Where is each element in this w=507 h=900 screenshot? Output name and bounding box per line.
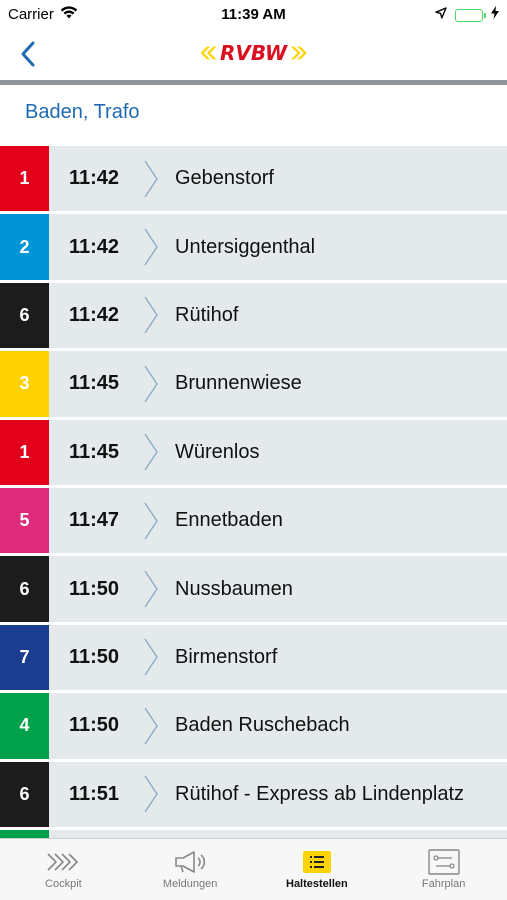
back-button[interactable] bbox=[10, 36, 46, 72]
line-badge: 5 bbox=[0, 487, 49, 554]
chevron-right-icon bbox=[137, 488, 165, 553]
navigation-bar: RVBW bbox=[0, 28, 507, 80]
line-badge bbox=[0, 829, 49, 838]
line-badge: 6 bbox=[0, 556, 49, 622]
departure-row[interactable]: 2 11:42 Untersiggenthal bbox=[0, 214, 507, 283]
chevron-right-icon bbox=[137, 830, 165, 838]
destination: Gebenstorf bbox=[175, 167, 274, 190]
tab-cockpit[interactable]: Cockpit bbox=[0, 839, 127, 900]
departures-list: 1 11:42 Gebenstorf 2 11:42 Untersiggenthal 6 11… bbox=[0, 146, 507, 838]
chevrons-icon bbox=[46, 849, 80, 875]
departure-time: 11:42 bbox=[69, 303, 120, 326]
stop-name: Baden, Trafo bbox=[25, 101, 140, 123]
destination: Rütihof bbox=[175, 303, 239, 326]
departure-row[interactable]: 1 11:45 Würenlos bbox=[0, 419, 507, 488]
departure-row[interactable] bbox=[0, 829, 507, 838]
departure-row[interactable]: 6 11:50 Nussbaumen bbox=[0, 556, 507, 625]
location-arrow-icon bbox=[435, 6, 447, 24]
line-badge: 1 bbox=[0, 146, 49, 212]
route-icon bbox=[427, 849, 460, 875]
destination: Nussbaumen bbox=[175, 577, 293, 600]
logo-text: RVBW bbox=[219, 41, 288, 65]
logo-chevrons-left-icon bbox=[200, 46, 216, 60]
tab-label-fahrplan: Fahrplan bbox=[421, 878, 466, 890]
list-icon bbox=[302, 849, 332, 875]
departure-row[interactable]: 1 11:42 Gebenstorf bbox=[0, 146, 507, 215]
chevron-right-icon bbox=[137, 146, 165, 211]
departure-time bbox=[49, 830, 137, 838]
line-badge: 6 bbox=[0, 761, 49, 827]
tab-label-haltestellen: Haltestellen bbox=[286, 878, 348, 890]
departure-time: 11:50 bbox=[69, 577, 120, 600]
departure-row[interactable]: 5 11:47 Ennetbaden bbox=[0, 487, 507, 557]
chevron-right-icon bbox=[137, 283, 165, 348]
logo-chevrons-right-icon bbox=[291, 46, 307, 60]
destination: Rütihof - Express ab Lindenplatz bbox=[175, 782, 465, 805]
status-bar: Carrier 11:39 AM bbox=[0, 0, 507, 28]
departure-time: 11:42 bbox=[69, 235, 120, 258]
departure-row[interactable]: 3 11:45 Brunnenwiese bbox=[0, 351, 507, 420]
departure-time: 11:50 bbox=[69, 645, 120, 668]
line-badge: 7 bbox=[0, 624, 49, 691]
chevron-right-icon bbox=[137, 214, 165, 279]
departure-time: 11:45 bbox=[69, 440, 120, 463]
destination: Baden Ruschebach bbox=[175, 714, 350, 737]
destination bbox=[165, 830, 507, 838]
destination: Ennetbaden bbox=[175, 509, 283, 532]
destination: Birmenstorf bbox=[175, 645, 278, 668]
megaphone-icon bbox=[173, 849, 207, 875]
destination: Würenlos bbox=[175, 440, 260, 463]
destination: Brunnenwiese bbox=[175, 372, 302, 395]
departure-row[interactable]: 6 11:42 Rütihof bbox=[0, 282, 507, 352]
status-right bbox=[435, 6, 499, 24]
tab-bar: Cockpit Meldungen Haltestellen Fahrplan bbox=[0, 838, 507, 900]
line-badge: 1 bbox=[0, 419, 49, 485]
departure-time: 11:47 bbox=[69, 509, 120, 532]
tab-fahrplan[interactable]: Fahrplan bbox=[380, 839, 507, 900]
departure-time: 11:45 bbox=[69, 372, 120, 395]
chevron-right-icon bbox=[137, 420, 165, 485]
status-time: 11:39 AM bbox=[221, 6, 286, 23]
departure-row[interactable]: 4 11:50 Baden Ruschebach bbox=[0, 693, 507, 762]
charging-bolt-icon bbox=[491, 6, 499, 24]
chevron-right-icon bbox=[137, 351, 165, 416]
stop-header: Baden, Trafo bbox=[0, 85, 507, 146]
chevron-right-icon bbox=[137, 762, 165, 827]
chevron-right-icon bbox=[137, 693, 165, 758]
departure-row[interactable]: 6 11:51 Rütihof - Express ab Lindenplatz bbox=[0, 761, 507, 830]
chevron-left-icon bbox=[21, 41, 35, 67]
tab-meldungen[interactable]: Meldungen bbox=[127, 839, 254, 900]
departure-time: 11:51 bbox=[69, 782, 120, 805]
line-badge: 3 bbox=[0, 351, 49, 417]
battery-icon bbox=[455, 8, 486, 22]
departure-row[interactable]: 7 11:50 Birmenstorf bbox=[0, 624, 507, 694]
departure-time: 11:42 bbox=[69, 167, 120, 190]
chevron-right-icon bbox=[137, 625, 165, 690]
line-badge: 2 bbox=[0, 214, 49, 280]
rvbw-logo: RVBW bbox=[199, 40, 309, 66]
line-badge: 6 bbox=[0, 282, 49, 349]
tab-label-meldungen: Meldungen bbox=[162, 878, 218, 890]
departure-time: 11:50 bbox=[69, 714, 120, 737]
tab-label-cockpit: Cockpit bbox=[45, 878, 82, 890]
line-badge: 4 bbox=[0, 693, 49, 759]
chevron-right-icon bbox=[137, 556, 165, 621]
destination: Untersiggenthal bbox=[175, 235, 316, 258]
tab-haltestellen[interactable]: Haltestellen bbox=[254, 839, 381, 900]
